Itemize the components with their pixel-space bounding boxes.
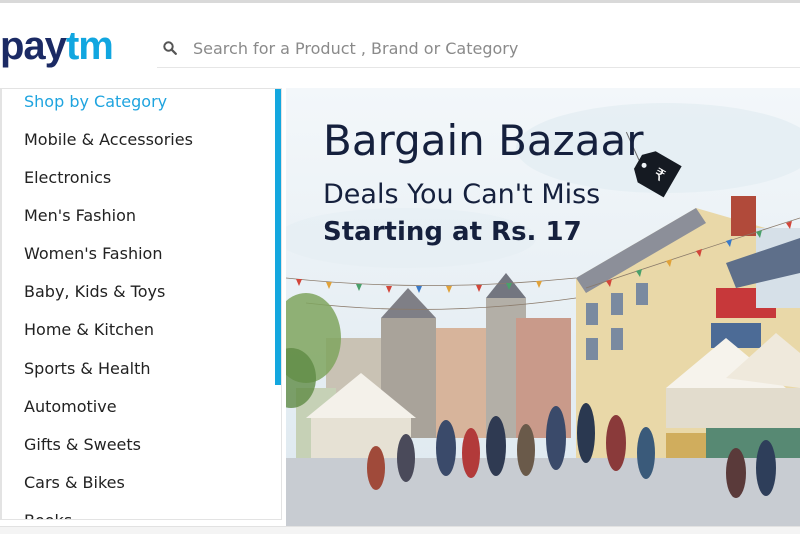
top-border <box>0 0 800 3</box>
logo-text-pay: pay <box>0 24 67 68</box>
sidebar-item-gifts-sweets[interactable]: Gifts & Sweets <box>24 435 141 454</box>
sidebar-item-books[interactable]: Books <box>24 511 72 519</box>
sidebar-item-sports-health[interactable]: Sports & Health <box>24 359 150 378</box>
banner-title: Bargain Bazaar <box>323 116 644 165</box>
promo-banner[interactable]: ₹ Bargain Bazaar Deals You Can't Miss St… <box>286 88 800 526</box>
banner-subtitle: Deals You Can't Miss <box>323 179 600 210</box>
sidebar-item-mens-fashion[interactable]: Men's Fashion <box>24 206 136 225</box>
logo-text-tm: tm <box>65 24 114 68</box>
sidebar-item-cars-bikes[interactable]: Cars & Bikes <box>24 473 125 492</box>
banner-offer: Starting at Rs. 17 <box>323 217 582 247</box>
sidebar-item-electronics[interactable]: Electronics <box>24 168 111 187</box>
sidebar-item-home-kitchen[interactable]: Home & Kitchen <box>24 320 154 339</box>
search-input[interactable] <box>191 37 755 59</box>
search-bar[interactable] <box>157 29 800 68</box>
sidebar-item-mobile-accessories[interactable]: Mobile & Accessories <box>24 130 193 149</box>
sidebar-scrollbar[interactable] <box>275 89 281 385</box>
banner-illustration: ₹ Bargain Bazaar Deals You Can't Miss St… <box>286 88 800 526</box>
sidebar-item-womens-fashion[interactable]: Women's Fashion <box>24 244 162 263</box>
sidebar-item-baby-kids-toys[interactable]: Baby, Kids & Toys <box>24 282 165 301</box>
category-sidebar: Shop by Category Mobile & Accessories El… <box>0 88 282 520</box>
sidebar-item-automotive[interactable]: Automotive <box>24 397 117 416</box>
paytm-logo[interactable]: pay tm <box>0 24 114 68</box>
search-icon[interactable] <box>163 41 177 55</box>
sidebar-title: Shop by Category <box>24 92 168 111</box>
